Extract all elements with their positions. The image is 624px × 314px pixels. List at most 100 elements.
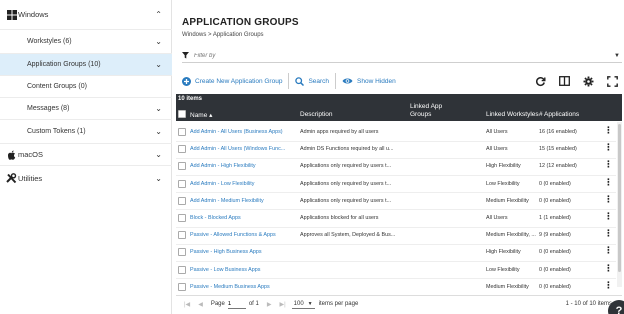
table-row[interactable]: Passive - Low Business Apps Low Flexibili… <box>176 261 616 280</box>
chevron-down-icon[interactable]: ⌄ <box>155 150 162 159</box>
sidebar-item-custom-tokens[interactable]: Custom Tokens (1) ⌄ <box>0 120 172 144</box>
sidebar-macos[interactable]: macOS ⌄ <box>0 144 172 166</box>
row-description: Applications only required by users t... <box>300 180 392 187</box>
row-checkbox[interactable] <box>178 179 186 188</box>
chevron-up-icon[interactable]: ⌃ <box>155 10 162 19</box>
show-hidden-button[interactable]: Show Hidden <box>336 71 402 91</box>
sidebar: Windows ⌃ Workstyles (6) ⌄ Application G… <box>0 0 172 314</box>
column-header-linked-app-groups[interactable]: Linked App Groups <box>410 103 460 119</box>
toolbar-actions <box>534 75 618 87</box>
row-linked-workstyles: Low Flexibility <box>486 266 520 273</box>
table-row[interactable]: Add Admin - Low Flexibility Applications … <box>176 175 616 194</box>
row-linked-workstyles: Medium Flexibility, ... <box>486 232 536 239</box>
items-per-page-select[interactable]: 100 ▼ <box>291 300 315 309</box>
item-count: 10 items <box>178 96 203 102</box>
row-name-link[interactable]: Add Admin - All Users (Business Apps) <box>190 129 300 135</box>
table-row[interactable]: Passive - High Business Apps High Flexibi… <box>176 243 616 262</box>
row-name-link[interactable]: Passive - Allowed Functions & Apps <box>190 232 300 238</box>
row-name-link[interactable]: Passive - Low Business Apps <box>190 267 300 273</box>
more-options-icon[interactable]: ⋮ <box>604 177 613 187</box>
sidebar-item-content-groups[interactable]: Content Groups (0) <box>0 76 172 98</box>
first-page-icon[interactable]: |◀ <box>184 301 190 308</box>
more-options-icon[interactable]: ⋮ <box>604 212 613 221</box>
chevron-down-icon[interactable]: ⌄ <box>155 60 162 69</box>
chevron-down-icon[interactable]: ⌄ <box>155 127 162 136</box>
create-application-group-button[interactable]: Create New Application Group <box>176 71 288 91</box>
table-row[interactable]: Block - Blocked Apps Applications blocked… <box>176 209 616 228</box>
row-description: Applications only required by users t... <box>300 163 392 170</box>
show-hidden-label: Show Hidden <box>357 77 396 85</box>
sidebar-item-workstyles[interactable]: Workstyles (6) ⌄ <box>0 30 172 54</box>
next-page-icon[interactable]: ▶ <box>267 301 272 308</box>
breadcrumb[interactable]: Windows > Application Groups <box>182 32 264 38</box>
more-options-icon[interactable]: ⋮ <box>604 160 613 169</box>
row-name-link[interactable]: Add Admin - High Flexibility <box>190 163 300 169</box>
column-header-linked-workstyles[interactable]: Linked Workstyles <box>486 111 539 118</box>
sidebar-item-messages[interactable]: Messages (8) ⌄ <box>0 98 172 120</box>
page-range-label: 1 - 10 of 10 items <box>565 301 612 307</box>
row-checkbox[interactable] <box>178 162 186 171</box>
page-of-label: of 1 <box>248 301 259 307</box>
chevron-down-icon[interactable]: ⌄ <box>155 174 162 183</box>
row-name-link[interactable]: Add Admin - All Users (Windows Func... <box>190 146 300 152</box>
table-row[interactable]: Passive - Medium Business Apps Medium Fle… <box>176 278 616 297</box>
page-title: APPLICATION GROUPS <box>182 17 299 28</box>
row-name-link[interactable]: Add Admin - Low Flexibility <box>190 181 300 187</box>
more-options-icon[interactable]: ⋮ <box>604 246 613 255</box>
sidebar-item-label: Custom Tokens (1) <box>27 128 86 135</box>
table-row[interactable]: Add Admin - High Flexibility Applications… <box>176 157 616 176</box>
row-checkbox[interactable] <box>178 214 186 222</box>
table-row[interactable]: Add Admin - All Users (Windows Func... Ad… <box>176 140 616 159</box>
columns-icon[interactable] <box>558 75 570 87</box>
row-linked-workstyles: All Users <box>486 129 508 135</box>
more-options-icon[interactable]: ⋮ <box>604 194 613 204</box>
more-options-icon[interactable]: ⋮ <box>604 126 613 135</box>
search-button[interactable]: Search <box>289 71 335 91</box>
more-options-icon[interactable]: ⋮ <box>604 263 613 273</box>
column-header-name[interactable]: Name ▴ <box>190 111 212 119</box>
chevron-down-icon[interactable]: ⌄ <box>155 104 162 113</box>
sidebar-windows[interactable]: Windows ⌃ <box>0 0 172 30</box>
row-name-link[interactable]: Passive - Medium Business Apps <box>190 284 300 290</box>
filter-dropdown-icon[interactable]: ▼ <box>614 53 620 59</box>
refresh-icon[interactable] <box>534 75 546 87</box>
row-description: Applications blocked for all users <box>300 215 379 221</box>
row-linked-workstyles: High Flexibility <box>486 249 521 256</box>
row-name-link[interactable]: Block - Blocked Apps <box>190 215 300 221</box>
sidebar-windows-label: Windows <box>18 10 49 19</box>
items-per-page-label: items per page <box>318 301 359 307</box>
sidebar-utilities[interactable]: Utilities ⌄ <box>0 166 172 190</box>
row-checkbox[interactable] <box>178 196 186 205</box>
row-checkbox[interactable] <box>178 145 186 154</box>
more-options-icon[interactable]: ⋮ <box>604 229 613 238</box>
row-name-link[interactable]: Add Admin - Medium Flexibility <box>190 198 300 204</box>
row-checkbox[interactable] <box>178 128 186 136</box>
table-row[interactable]: Passive - Allowed Functions & Apps Approv… <box>176 226 616 245</box>
sidebar-item-application-groups[interactable]: Application Groups (10) ⌄ <box>0 54 172 76</box>
row-name-link[interactable]: Passive - High Business Apps <box>190 249 300 255</box>
table-row[interactable]: Add Admin - Medium Flexibility Applicatio… <box>176 192 616 211</box>
row-applications: 16 (16 enabled) <box>539 129 577 135</box>
previous-page-icon[interactable]: ◀ <box>198 301 203 308</box>
scrollbar-thumb[interactable] <box>618 124 621 272</box>
column-header-description[interactable]: Description <box>300 111 333 118</box>
more-options-icon[interactable]: ⋮ <box>604 280 613 290</box>
more-options-icon[interactable]: ⋮ <box>604 143 613 152</box>
filter-input[interactable] <box>194 53 594 59</box>
fullscreen-icon[interactable] <box>606 75 618 87</box>
select-all-checkbox[interactable] <box>178 110 186 118</box>
column-header-applications[interactable]: # Applications <box>539 111 579 118</box>
row-checkbox[interactable] <box>178 265 186 274</box>
page-number-input[interactable] <box>227 299 246 309</box>
row-checkbox[interactable] <box>178 231 186 240</box>
row-description: Admin DS Functions required by all u... <box>300 146 394 153</box>
row-checkbox[interactable] <box>178 248 186 257</box>
help-icon[interactable]: ? <box>608 300 624 314</box>
row-checkbox[interactable] <box>178 282 186 291</box>
chevron-down-icon[interactable]: ⌄ <box>155 37 162 46</box>
row-applications: 0 (0 enabled) <box>539 197 571 204</box>
vertical-scrollbar[interactable] <box>617 122 622 287</box>
last-page-icon[interactable]: ▶| <box>279 301 285 308</box>
table-row[interactable]: Add Admin - All Users (Business Apps) Adm… <box>176 123 616 142</box>
gear-icon[interactable] <box>582 75 594 87</box>
